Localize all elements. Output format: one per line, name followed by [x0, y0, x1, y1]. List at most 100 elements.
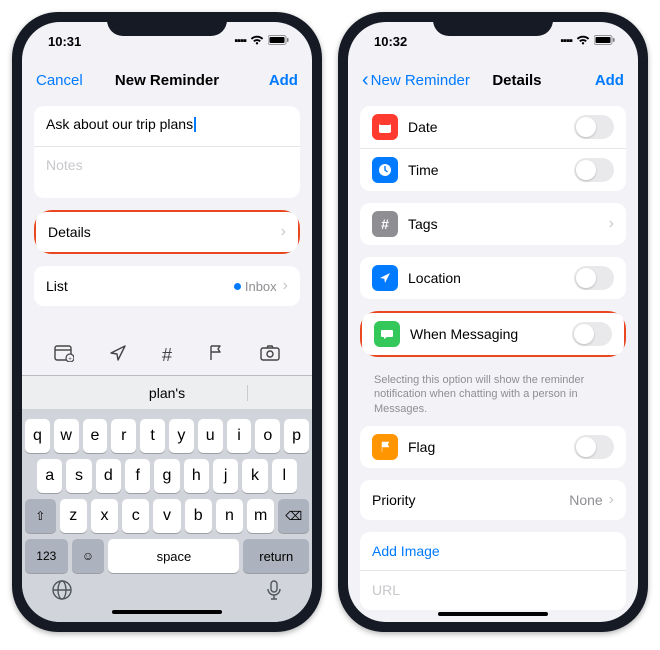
hash-icon: # — [372, 211, 398, 237]
key-j[interactable]: j — [213, 459, 238, 493]
flag-icon[interactable] — [207, 344, 225, 367]
back-button[interactable]: ‹ New Reminder — [362, 72, 470, 89]
key-q[interactable]: q — [25, 419, 50, 453]
location-label: Location — [408, 270, 461, 286]
key-s[interactable]: s — [66, 459, 91, 493]
notes-row[interactable]: Notes — [34, 146, 300, 198]
key-d[interactable]: d — [96, 459, 121, 493]
wifi-icon — [250, 35, 264, 48]
keyboard-row-2: asdfghjkl — [25, 459, 309, 493]
image-url-card: Add Image URL — [360, 532, 626, 610]
key-a[interactable]: a — [37, 459, 62, 493]
numbers-key[interactable]: 123 — [25, 539, 68, 573]
flag-row[interactable]: Flag — [360, 426, 626, 468]
return-key[interactable]: return — [243, 539, 309, 573]
priority-row[interactable]: Priority None › — [360, 480, 626, 520]
keyboard-row-3: ⇧ zxcvbnm ⌫ — [25, 499, 309, 533]
add-image-row[interactable]: Add Image — [360, 532, 626, 570]
cancel-button[interactable]: Cancel — [36, 72, 96, 89]
suggestion-1[interactable]: plan's — [87, 385, 248, 401]
priority-label: Priority — [372, 492, 416, 508]
camera-icon[interactable] — [260, 345, 280, 366]
key-n[interactable]: n — [216, 499, 243, 533]
details-highlight: Details › — [34, 210, 300, 254]
messaging-toggle[interactable] — [572, 322, 612, 346]
title-row[interactable]: Ask about our trip plans — [34, 106, 300, 146]
date-toggle[interactable] — [574, 115, 614, 139]
location-icon — [372, 265, 398, 291]
list-label: List — [46, 278, 234, 294]
location-toggle[interactable] — [574, 266, 614, 290]
details-row[interactable]: Details › — [36, 212, 298, 252]
messaging-card: When Messaging — [362, 313, 624, 355]
emoji-key[interactable]: ☺ — [72, 539, 105, 573]
nav-title: New Reminder — [115, 72, 219, 89]
status-icons: ▪▪▪▪ — [560, 35, 616, 48]
key-b[interactable]: b — [185, 499, 212, 533]
mic-icon[interactable] — [265, 579, 283, 606]
nav-bar: ‹ New Reminder Details Add — [348, 60, 638, 100]
key-u[interactable]: u — [198, 419, 223, 453]
tags-card: # Tags › — [360, 203, 626, 245]
nav-bar: Cancel New Reminder Add — [22, 60, 312, 100]
key-z[interactable]: z — [60, 499, 87, 533]
key-p[interactable]: p — [284, 419, 309, 453]
key-l[interactable]: l — [272, 459, 297, 493]
key-f[interactable]: f — [125, 459, 150, 493]
chevron-right-icon: › — [609, 491, 614, 509]
key-r[interactable]: r — [111, 419, 136, 453]
tags-row[interactable]: # Tags › — [360, 203, 626, 245]
calendar-icon[interactable]: + — [54, 344, 74, 367]
flag-label: Flag — [408, 439, 435, 455]
list-value-wrap: Inbox — [234, 279, 277, 294]
key-m[interactable]: m — [247, 499, 274, 533]
messaging-row[interactable]: When Messaging — [362, 313, 624, 355]
message-icon — [374, 321, 400, 347]
list-card: List Inbox › — [34, 266, 300, 306]
add-button[interactable]: Add — [238, 72, 298, 89]
key-w[interactable]: w — [54, 419, 79, 453]
key-v[interactable]: v — [153, 499, 180, 533]
url-row[interactable]: URL — [360, 570, 626, 610]
key-e[interactable]: e — [83, 419, 108, 453]
tag-icon[interactable]: # — [162, 345, 172, 366]
date-row[interactable]: Date — [360, 106, 626, 148]
screen-left: 10:31 ▪▪▪▪ Cancel New Reminder Add Ask a… — [22, 22, 312, 622]
key-g[interactable]: g — [154, 459, 179, 493]
notch — [107, 12, 227, 36]
phone-left: 10:31 ▪▪▪▪ Cancel New Reminder Add Ask a… — [12, 12, 322, 632]
location-icon[interactable] — [109, 344, 127, 367]
space-key[interactable]: space — [108, 539, 239, 573]
title-input[interactable]: Ask about our trip plans — [46, 116, 193, 132]
keyboard-row-1: qwertyuiop — [25, 419, 309, 453]
calendar-icon — [372, 114, 398, 140]
key-i[interactable]: i — [227, 419, 252, 453]
key-k[interactable]: k — [242, 459, 267, 493]
chevron-right-icon: › — [281, 223, 286, 241]
list-color-dot — [234, 283, 241, 290]
home-indicator[interactable] — [112, 610, 222, 614]
key-c[interactable]: c — [122, 499, 149, 533]
signal-icon: ▪▪▪▪ — [234, 35, 246, 47]
key-y[interactable]: y — [169, 419, 194, 453]
location-row[interactable]: Location — [360, 257, 626, 299]
key-t[interactable]: t — [140, 419, 165, 453]
chevron-right-icon: › — [609, 215, 614, 233]
list-row[interactable]: List Inbox › — [34, 266, 300, 306]
key-x[interactable]: x — [91, 499, 118, 533]
time-row[interactable]: Time — [360, 148, 626, 191]
shift-key[interactable]: ⇧ — [25, 499, 56, 533]
add-button[interactable]: Add — [564, 72, 624, 89]
battery-icon — [268, 35, 290, 48]
clock-icon — [372, 157, 398, 183]
globe-icon[interactable] — [51, 579, 73, 606]
flag-toggle[interactable] — [574, 435, 614, 459]
messaging-footnote: Selecting this option will show the remi… — [360, 369, 626, 426]
time-toggle[interactable] — [574, 158, 614, 182]
backspace-key[interactable]: ⌫ — [278, 499, 309, 533]
key-h[interactable]: h — [184, 459, 209, 493]
svg-text:+: + — [68, 357, 72, 362]
home-indicator[interactable] — [438, 612, 548, 616]
quick-toolbar: + # — [22, 336, 312, 375]
key-o[interactable]: o — [255, 419, 280, 453]
